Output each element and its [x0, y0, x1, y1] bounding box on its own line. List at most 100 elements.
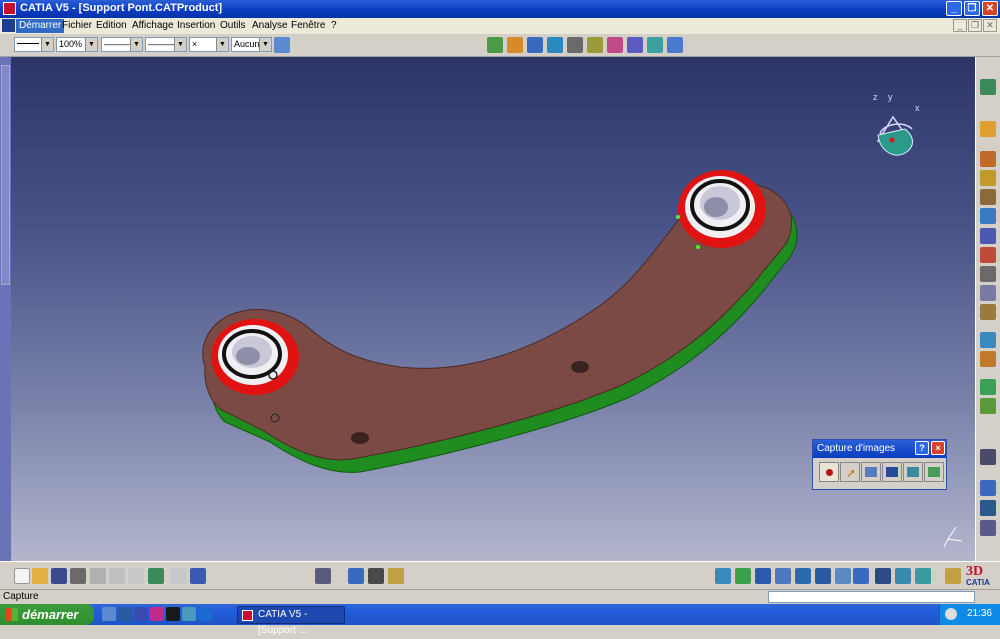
swap-visible-space-icon[interactable]: [915, 568, 931, 584]
record-button[interactable]: [819, 462, 839, 482]
capture-close-button[interactable]: ×: [931, 441, 945, 455]
transparency-combo[interactable]: 100% ▼: [56, 37, 98, 52]
paste-icon[interactable]: [128, 568, 144, 584]
fly-mode-icon[interactable]: [487, 37, 503, 53]
thickness-combo[interactable]: ——— ▼: [145, 37, 187, 52]
start-button[interactable]: démarrer: [0, 604, 94, 625]
save-icon[interactable]: [51, 568, 67, 584]
graph-tree-icon[interactable]: [980, 247, 996, 263]
existing-component-icon[interactable]: [980, 208, 996, 224]
select-mode-button[interactable]: ➚: [840, 462, 860, 482]
new-part-icon[interactable]: [980, 189, 996, 205]
point-icon[interactable]: [980, 500, 996, 516]
rotate-view-icon[interactable]: [775, 568, 791, 584]
media-icon[interactable]: [134, 607, 148, 621]
axis-system-icon[interactable]: [980, 480, 996, 496]
task-catia[interactable]: CATIA V5 - [Support ...: [237, 606, 345, 636]
hide-show-icon[interactable]: [895, 568, 911, 584]
measure-item-icon[interactable]: [368, 568, 384, 584]
print-icon[interactable]: [70, 568, 86, 584]
app-icon[interactable]: [150, 607, 164, 621]
color-combo[interactable]: ▼: [14, 37, 54, 52]
doc-close-button[interactable]: ✕: [983, 19, 997, 32]
menu-outils[interactable]: Outils: [220, 20, 246, 31]
vertical-scrollbar[interactable]: [0, 57, 11, 561]
capture-album-button[interactable]: [882, 462, 902, 482]
quick-view-icon[interactable]: [853, 568, 869, 584]
select-arrow-icon[interactable]: [980, 121, 996, 137]
cut-icon[interactable]: [90, 568, 106, 584]
menu-fenetre[interactable]: Fenêtre: [291, 20, 325, 31]
selective-load-icon[interactable]: [980, 285, 996, 301]
restore-button[interactable]: ❐: [964, 1, 980, 16]
ie-icon[interactable]: [102, 607, 116, 621]
linetype-combo[interactable]: ——— ▼: [101, 37, 143, 52]
view-mode-icon[interactable]: [875, 568, 891, 584]
fit-all-icon[interactable]: [507, 37, 523, 53]
command-input[interactable]: [768, 591, 975, 603]
pan-move-icon[interactable]: [755, 568, 771, 584]
rotate-icon[interactable]: [547, 37, 563, 53]
new-component-icon[interactable]: [980, 151, 996, 167]
fix-constraint-icon[interactable]: [980, 398, 996, 414]
doc-minimize-button[interactable]: _: [953, 19, 967, 32]
snap-icon[interactable]: [980, 351, 996, 367]
point-style-combo[interactable]: × ▼: [189, 37, 229, 52]
explorer-icon[interactable]: [118, 607, 132, 621]
close-button[interactable]: ✕: [982, 1, 998, 16]
menu-analyse[interactable]: Analyse: [252, 20, 288, 31]
update-icon[interactable]: [980, 449, 996, 465]
menu-edition[interactable]: Edition: [96, 20, 127, 31]
exploded-view-icon[interactable]: [315, 568, 331, 584]
minimize-button[interactable]: _: [946, 1, 962, 16]
doc-restore-button[interactable]: ❐: [968, 19, 982, 32]
tools-palette-icon[interactable]: [945, 568, 961, 584]
hide-show-icon[interactable]: [667, 37, 683, 53]
app-icon[interactable]: [166, 607, 180, 621]
manipulation-icon[interactable]: [980, 332, 996, 348]
open-folder-icon[interactable]: [32, 568, 48, 584]
shading-icon[interactable]: [647, 37, 663, 53]
document-icon[interactable]: [2, 19, 15, 32]
coincidence-constraint-icon[interactable]: [980, 379, 996, 395]
menu-affichage[interactable]: Affichage: [132, 20, 174, 31]
album-icon: [886, 467, 898, 477]
menu-fichier[interactable]: Fichier: [62, 20, 92, 31]
normal-view-icon[interactable]: [587, 37, 603, 53]
quick-view-icon[interactable]: [627, 37, 643, 53]
scrollbar-thumb[interactable]: [1, 65, 10, 285]
whats-this-icon[interactable]: [190, 568, 206, 584]
measure-between-icon[interactable]: [348, 568, 364, 584]
capture-settings-button[interactable]: [924, 462, 944, 482]
capture-help-button[interactable]: ?: [915, 441, 929, 455]
measure-inertia-icon[interactable]: [388, 568, 404, 584]
fit-all-in-icon[interactable]: [735, 568, 751, 584]
manage-representations-icon[interactable]: [980, 304, 996, 320]
knowledge-icon[interactable]: [980, 79, 996, 95]
new-product-icon[interactable]: [980, 170, 996, 186]
generate-numbering-icon[interactable]: [980, 266, 996, 282]
zoom-out-icon[interactable]: [815, 568, 831, 584]
pan-icon[interactable]: [527, 37, 543, 53]
plane-icon[interactable]: [980, 520, 996, 536]
tray-icon[interactable]: [945, 608, 957, 620]
redo-icon[interactable]: [170, 568, 186, 584]
new-file-icon[interactable]: [14, 568, 30, 584]
fly-icon[interactable]: [715, 568, 731, 584]
replace-component-icon[interactable]: [980, 228, 996, 244]
menu-help[interactable]: ?: [331, 20, 337, 31]
copy-icon[interactable]: [109, 568, 125, 584]
undo-icon[interactable]: [148, 568, 164, 584]
menu-insertion[interactable]: Insertion: [177, 20, 215, 31]
zoom-icon[interactable]: [567, 37, 583, 53]
capture-image-button[interactable]: [903, 462, 923, 482]
layer-combo[interactable]: Aucun ▼: [231, 37, 272, 52]
multi-view-icon[interactable]: [607, 37, 623, 53]
capture-options-button[interactable]: [861, 462, 881, 482]
app-icon[interactable]: [182, 607, 196, 621]
normal-view-icon[interactable]: [835, 568, 851, 584]
painter-icon[interactable]: [274, 37, 290, 53]
zoom-in-icon[interactable]: [795, 568, 811, 584]
menu-demarrer[interactable]: Démarrer: [16, 19, 65, 33]
app-icon[interactable]: [198, 607, 212, 621]
